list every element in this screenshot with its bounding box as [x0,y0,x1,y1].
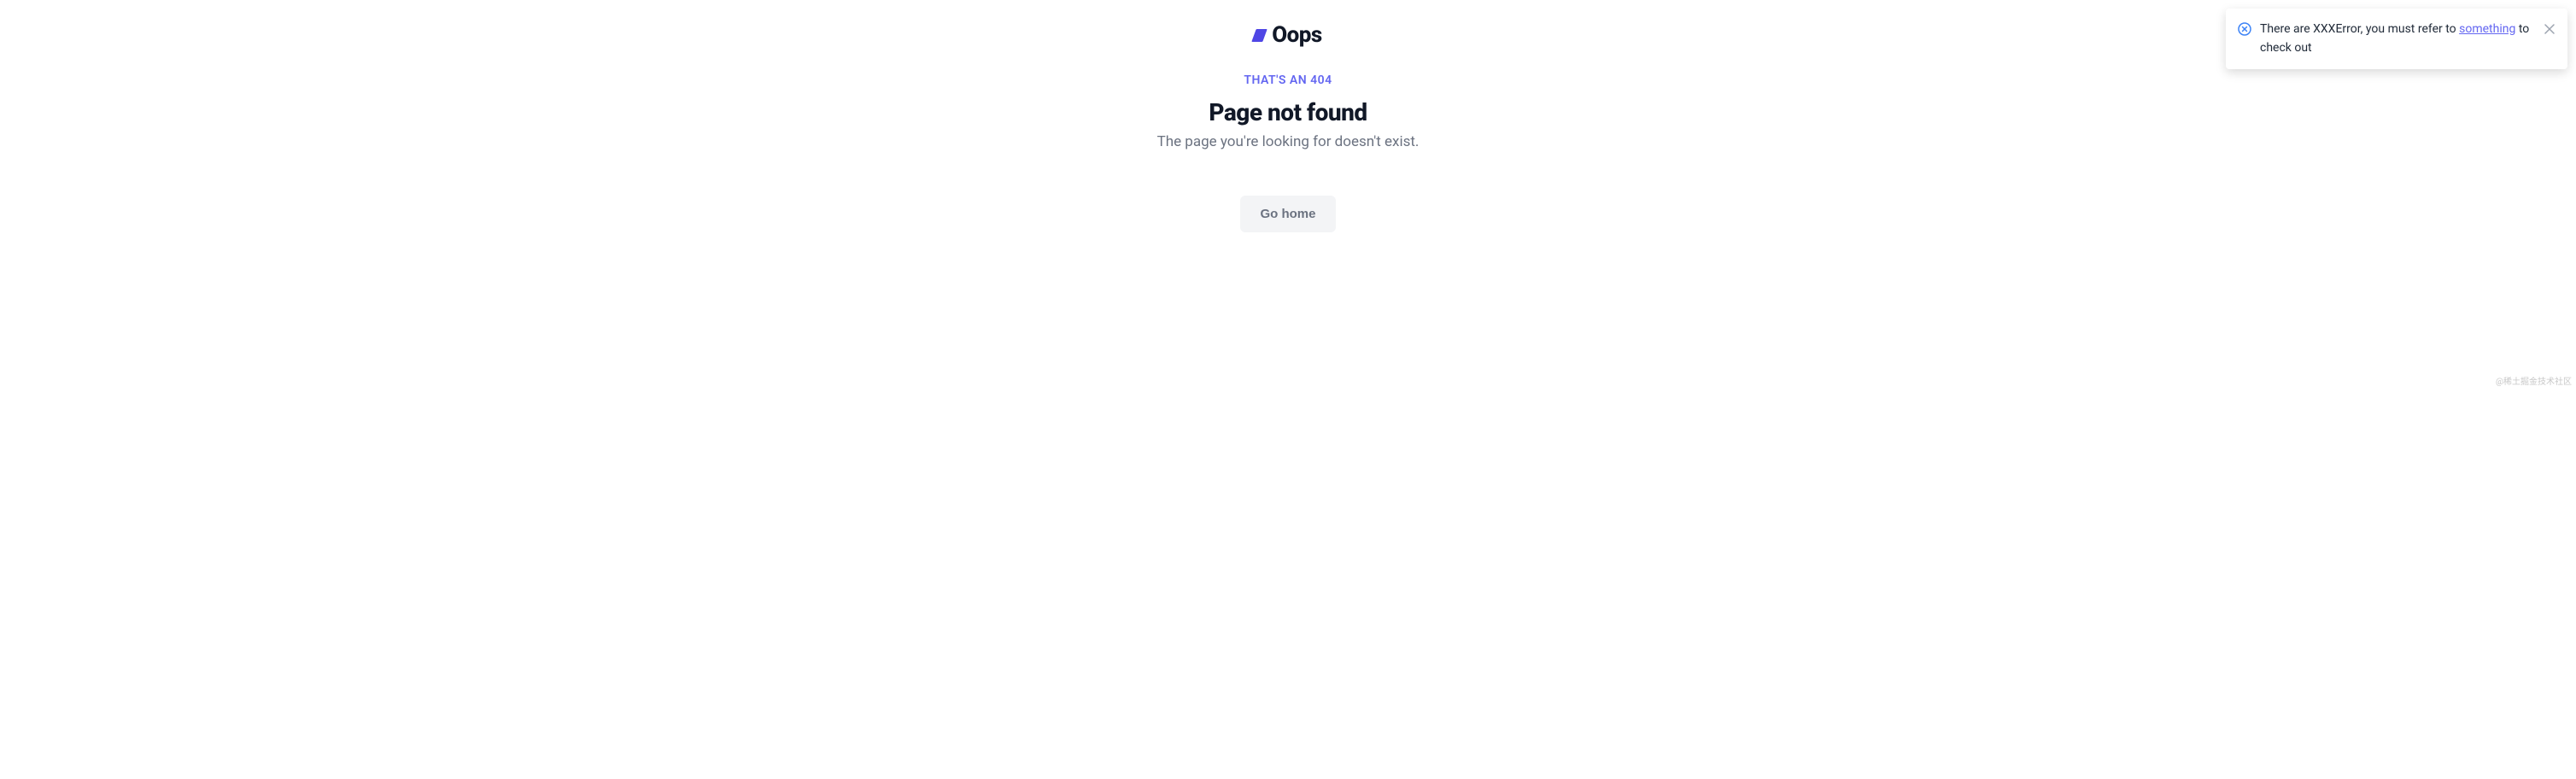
notification-toast: There are XXXError, you must refer to so… [2226,9,2567,69]
close-icon[interactable] [2544,23,2556,35]
error-subtitle: The page you're looking for doesn't exis… [1157,133,1420,150]
error-circle-icon [2238,22,2251,36]
brand-header: Oops [1254,22,1322,48]
notification-text-before: There are XXXError, you must refer to [2260,22,2459,36]
error-title: Page not found [1209,98,1367,126]
go-home-button[interactable]: Go home [1240,196,1335,232]
watermark: @稀土掘金技术社区 [2496,374,2572,387]
notification-message: There are XXXError, you must refer to so… [2260,20,2533,57]
logo-icon [1251,29,1267,42]
notification-link[interactable]: something [2459,22,2515,36]
brand-title: Oops [1272,22,1322,48]
error-label: THAT'S AN 404 [1244,73,1332,87]
error-page-container: Oops THAT'S AN 404 Page not found The pa… [0,0,2576,232]
